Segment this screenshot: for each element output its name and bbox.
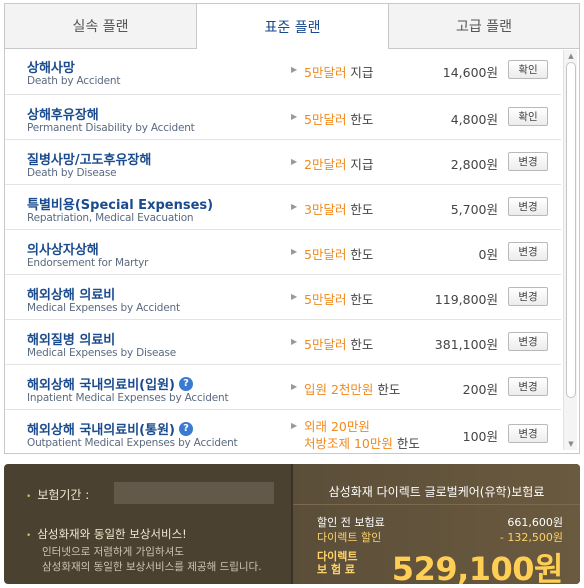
tab-premium-plan[interactable]: 고급 플랜	[389, 3, 580, 49]
change-button[interactable]: 변경	[508, 424, 548, 443]
change-button[interactable]: 변경	[508, 152, 548, 171]
coverage-limit: 5만달러 한도	[304, 337, 374, 352]
change-button[interactable]: 변경	[508, 197, 548, 216]
scroll-down-icon[interactable]: ▼	[564, 438, 578, 450]
question-circle-icon[interactable]: ?	[178, 376, 193, 391]
change-button[interactable]: 변경	[508, 287, 548, 306]
coverage-row: 해외질병 의료비 Medical Expenses by Disease ▶ 5…	[5, 320, 561, 365]
coverage-name: 특별비용(Special Expenses)	[27, 198, 214, 213]
coverage-row: 상해사망 Death by Accident ▶ 5만달러 지급 14,600원…	[5, 48, 561, 95]
coverage-row: 특별비용(Special Expenses) Repatriation, Med…	[5, 185, 561, 230]
coverage-row: 의사상자상해 Endorsement for Martyr ▶ 5만달러 한도 …	[5, 230, 561, 275]
coverage-limit: 5만달러 한도	[304, 247, 374, 262]
coverage-name: 질병사망/고도후유장해	[27, 153, 152, 168]
coverage-name-en: Death by Accident	[27, 75, 121, 87]
coverage-premium: 0원	[478, 247, 498, 262]
change-button[interactable]: 변경	[508, 332, 548, 351]
coverage-name-en: Medical Expenses by Disease	[27, 347, 177, 359]
coverage-limit: 2만달러 지급	[304, 157, 374, 172]
premium-summary: 보험기간 : 삼성화재와 동일한 보상서비스! 인터넷으로 저렴하게 가입하셔도…	[4, 464, 580, 584]
coverage-limit: 입원 2천만원 한도	[304, 382, 401, 397]
insurance-period-label: 보험기간 :	[26, 486, 89, 503]
coverage-name: 의사상자상해	[27, 243, 99, 258]
coverage-premium: 119,800원	[434, 292, 498, 307]
coverage-name-en: Inpatient Medical Expenses by Accident	[27, 392, 229, 404]
small-triangle-arrow-icon: ▶	[291, 112, 298, 121]
coverage-name-en: Death by Disease	[27, 167, 117, 179]
coverage-name-en: Endorsement for Martyr	[27, 257, 149, 269]
summary-info: 보험기간 : 삼성화재와 동일한 보상서비스! 인터넷으로 저렴하게 가입하셔도…	[4, 464, 291, 584]
tab-basic-plan[interactable]: 실속 플랜	[4, 3, 196, 49]
coverage-premium: 200원	[462, 382, 498, 397]
premium-breakdown: 삼성화재 다이렉트 글로벌케어(유학)보험료 할인 전 보험료 661,600원 …	[293, 464, 580, 584]
tab-standard-plan[interactable]: 표준 플랜	[196, 3, 389, 49]
service-description: 인터넷으로 저렴하게 가입하셔도 삼성화재의 동일한 보상서비스를 제공해 드립…	[42, 546, 262, 573]
coverage-name-en: Outpatient Medical Expenses by Accident	[27, 437, 238, 449]
scrollbar-thumb[interactable]	[566, 62, 576, 398]
small-triangle-arrow-icon: ▶	[291, 157, 298, 166]
coverage-name: 상해사망	[27, 61, 75, 76]
coverage-name: 해외질병 의료비	[27, 333, 116, 348]
coverage-name-en: Permanent Disability by Accident	[27, 122, 195, 134]
coverage-limit: 외래 20만원 처방조제 10만원 한도	[304, 419, 420, 451]
coverage-premium: 4,800원	[450, 112, 498, 127]
change-button[interactable]: 변경	[508, 377, 548, 396]
change-button[interactable]: 변경	[508, 242, 548, 261]
small-triangle-arrow-icon: ▶	[291, 202, 298, 211]
plan-tabs: 실속 플랜 표준 플랜 고급 플랜	[4, 3, 580, 49]
coverage-row: 상해후유장해 Permanent Disability by Accident …	[5, 95, 561, 140]
scroll-up-icon[interactable]: ▲	[564, 50, 578, 62]
coverage-name: 해외상해 국내의료비(통원)?	[27, 419, 193, 438]
coverage-name-en: Medical Expenses by Accident	[27, 302, 180, 314]
coverage-premium: 14,600원	[442, 65, 498, 80]
coverage-limit: 5만달러 한도	[304, 292, 374, 307]
insurance-period-value	[114, 482, 274, 504]
small-triangle-arrow-icon: ▶	[291, 337, 298, 346]
question-circle-icon[interactable]: ?	[178, 421, 193, 436]
coverage-name: 해외상해 국내의료비(입원)?	[27, 374, 193, 393]
confirm-button[interactable]: 확인	[508, 107, 548, 126]
service-title: 삼성화재와 동일한 보상서비스!	[26, 526, 186, 542]
coverage-row: 해외상해 국내의료비(입원)? Inpatient Medical Expens…	[5, 365, 561, 410]
coverage-row: 해외상해 국내의료비(통원)? Outpatient Medical Expen…	[5, 410, 561, 453]
scrollbar[interactable]: ▲ ▼	[563, 50, 577, 450]
final-premium-label: 다이렉트 보 험 료	[317, 550, 358, 576]
small-triangle-arrow-icon: ▶	[291, 292, 298, 301]
product-name: 삼성화재 다이렉트 글로벌케어(유학)보험료	[328, 485, 545, 499]
coverage-limit: 3만달러 한도	[304, 202, 374, 217]
small-triangle-arrow-icon: ▶	[291, 421, 298, 430]
coverage-name: 해외상해 의료비	[27, 288, 116, 303]
coverage-name: 상해후유장해	[27, 108, 99, 123]
small-triangle-arrow-icon: ▶	[291, 382, 298, 391]
coverage-row: 질병사망/고도후유장해 Death by Disease ▶ 2만달러 지급 2…	[5, 140, 561, 185]
coverage-panel: 상해사망 Death by Accident ▶ 5만달러 지급 14,600원…	[4, 48, 580, 454]
divider	[293, 504, 580, 505]
coverage-premium: 5,700원	[450, 202, 498, 217]
small-triangle-arrow-icon: ▶	[291, 65, 298, 74]
coverage-premium: 2,800원	[450, 157, 498, 172]
coverage-premium: 381,100원	[434, 337, 498, 352]
confirm-button[interactable]: 확인	[508, 60, 548, 79]
coverage-name-en: Repatriation, Medical Evacuation	[27, 212, 194, 224]
coverage-list: 상해사망 Death by Accident ▶ 5만달러 지급 14,600원…	[5, 48, 561, 453]
coverage-row: 해외상해 의료비 Medical Expenses by Accident ▶ …	[5, 275, 561, 320]
small-triangle-arrow-icon: ▶	[291, 247, 298, 256]
coverage-limit: 5만달러 한도	[304, 112, 374, 127]
coverage-premium: 100원	[462, 429, 498, 444]
coverage-limit: 5만달러 지급	[304, 65, 374, 80]
final-premium-value: 529,100원	[391, 550, 564, 584]
